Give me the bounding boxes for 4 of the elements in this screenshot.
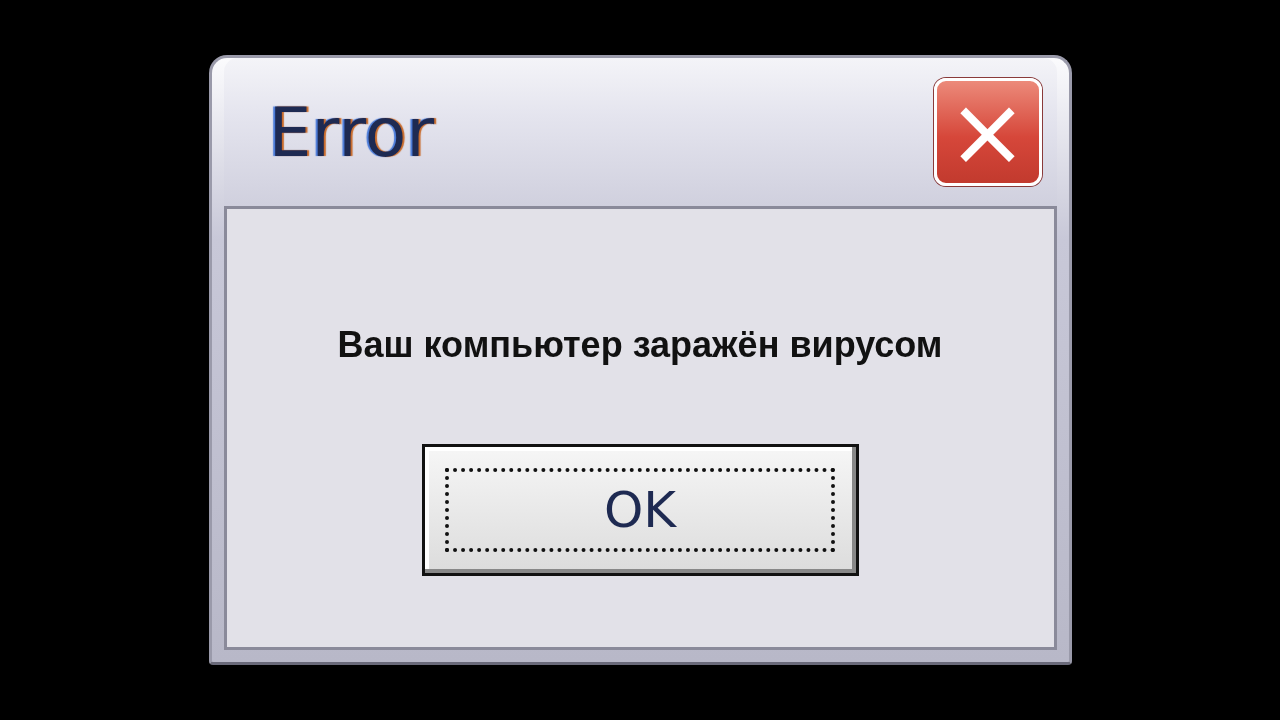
- error-message: Ваш компьютер заражён вирусом: [337, 324, 943, 366]
- close-button[interactable]: ×: [933, 78, 1042, 186]
- window-title: Error: [268, 92, 435, 172]
- ok-button[interactable]: OK: [421, 444, 859, 576]
